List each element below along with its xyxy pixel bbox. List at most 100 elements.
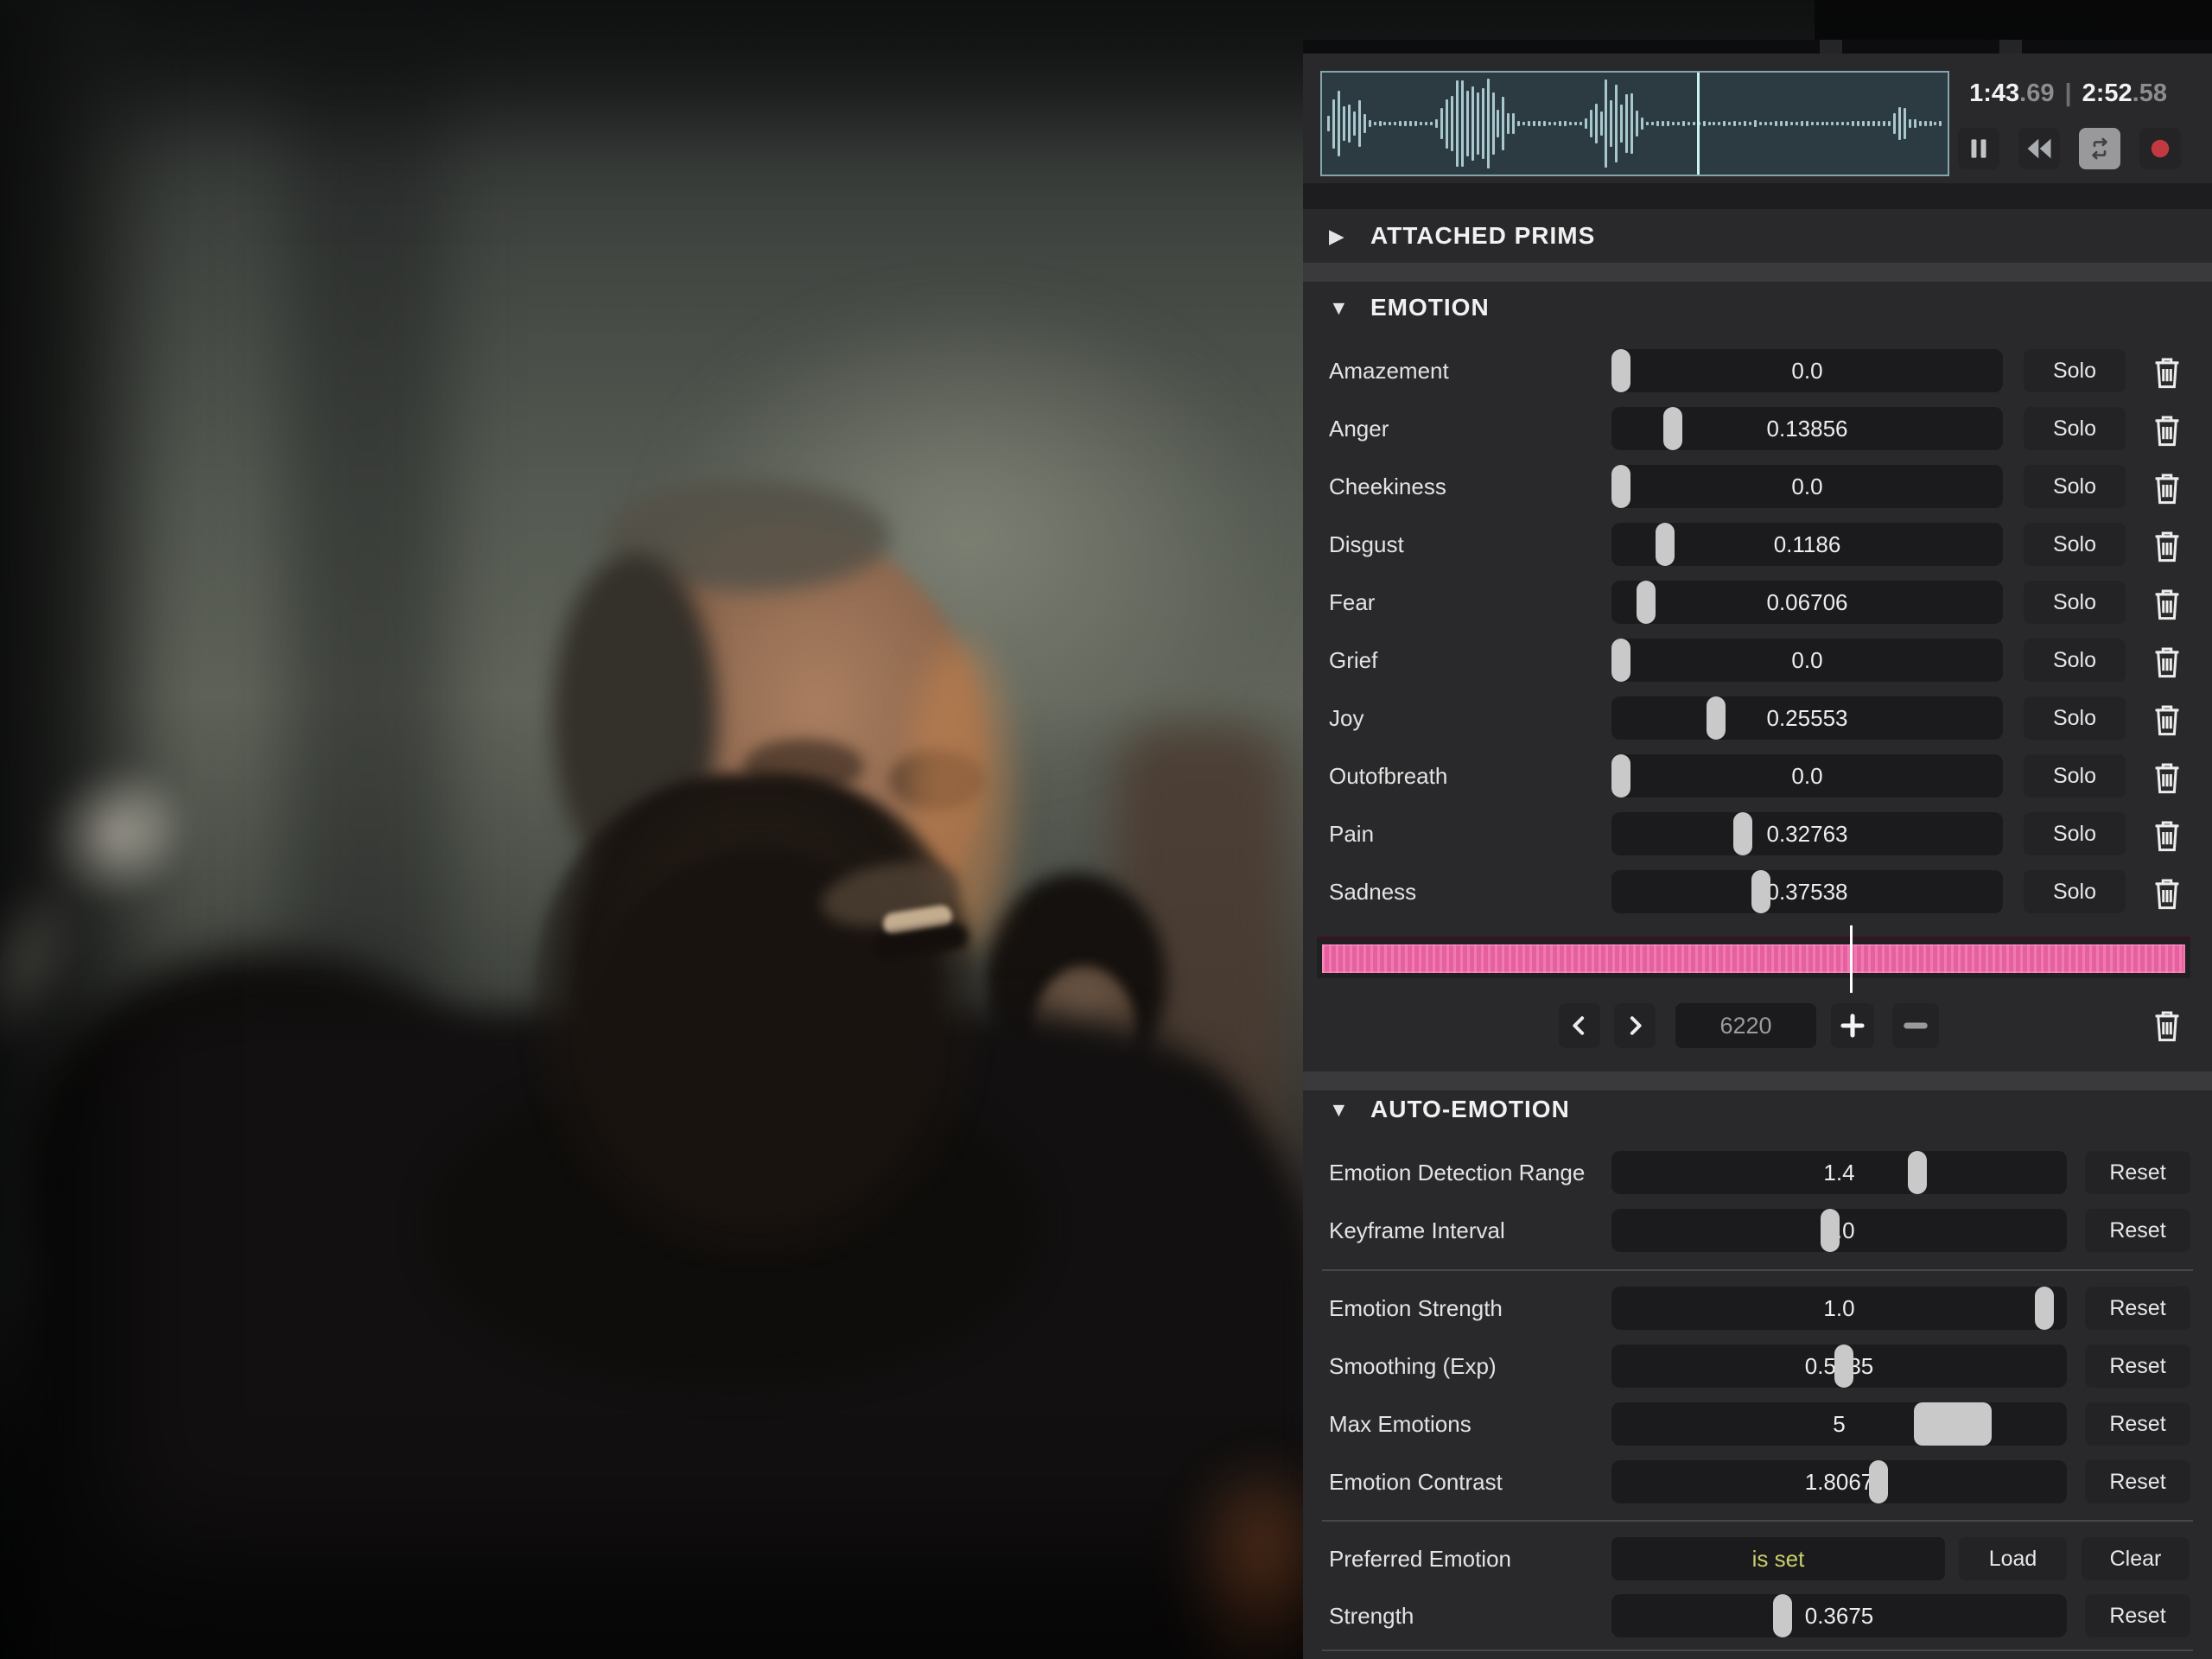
reset-button[interactable]: Reset <box>2085 1402 2190 1446</box>
clear-button[interactable]: Clear <box>2082 1537 2190 1580</box>
emotion-slider[interactable]: 0.25553 <box>1611 696 2003 740</box>
slider-handle[interactable] <box>1821 1209 1840 1252</box>
add-keyframe-button[interactable] <box>1831 1003 1874 1048</box>
slider-handle[interactable] <box>1637 581 1656 624</box>
audio-waveform-bars <box>1324 74 1946 173</box>
slider-handle[interactable] <box>2035 1287 2054 1330</box>
delete-emotion-button[interactable] <box>2146 352 2187 392</box>
emotion-slider[interactable]: 0.0 <box>1611 465 2003 508</box>
audio-waveform[interactable] <box>1320 71 1949 176</box>
emotion-header[interactable]: ▼ EMOTION <box>1329 289 1490 327</box>
time-separator: | <box>2055 79 2082 107</box>
slider-value: 1.8067 <box>1611 1460 2067 1503</box>
emotion-slider[interactable]: 0.32763 <box>1611 812 2003 855</box>
rewind-button[interactable] <box>2018 128 2060 169</box>
parameter-label: Emotion Strength <box>1329 1287 1503 1330</box>
delete-emotion-button[interactable] <box>2146 815 2187 855</box>
parameter-slider[interactable]: 1.0 <box>1611 1209 2067 1252</box>
delete-emotion-button[interactable] <box>2146 410 2187 450</box>
auto-emotion-header[interactable]: ▼ AUTO-EMOTION <box>1329 1090 1570 1128</box>
load-button[interactable]: Load <box>1959 1537 2067 1580</box>
parameter-slider[interactable]: 1.4 <box>1611 1151 2067 1194</box>
loop-icon <box>2086 135 2113 162</box>
solo-button[interactable]: Solo <box>2024 523 2126 566</box>
keyframe-bar[interactable] <box>1322 944 2185 973</box>
delete-emotion-button[interactable] <box>2146 757 2187 798</box>
reset-button[interactable]: Reset <box>2085 1460 2190 1503</box>
slider-handle[interactable] <box>1707 696 1726 740</box>
loop-button[interactable] <box>2079 128 2120 169</box>
reset-button[interactable]: Reset <box>2085 1344 2190 1388</box>
emotion-slider[interactable]: 0.06706 <box>1611 581 2003 624</box>
attached-prims-header[interactable]: ▶ ATTACHED PRIMS <box>1329 209 1595 263</box>
slider-handle[interactable] <box>1611 754 1630 798</box>
waveform-playhead[interactable] <box>1697 73 1700 175</box>
slider-handle[interactable] <box>1834 1344 1853 1388</box>
parameter-slider[interactable]: 5 <box>1611 1402 2067 1446</box>
reset-button[interactable]: Reset <box>2085 1151 2190 1194</box>
preferred-emotion-field[interactable]: is set <box>1611 1537 1945 1580</box>
slider-handle[interactable] <box>1908 1151 1927 1194</box>
parameter-slider[interactable]: 0.3675 <box>1611 1594 2067 1637</box>
preferred-emotion-row: Preferred Emotion is set Load Clear <box>1303 1537 2212 1580</box>
record-button[interactable] <box>2139 128 2181 169</box>
delete-all-keyframes-button[interactable] <box>2146 1005 2187 1046</box>
pause-button[interactable] <box>1958 128 1999 169</box>
slider-handle[interactable] <box>1914 1402 1992 1446</box>
next-keyframe-button[interactable] <box>1614 1003 1656 1048</box>
slider-handle[interactable] <box>1663 407 1682 450</box>
delete-emotion-button[interactable] <box>2146 873 2187 913</box>
emotion-label: Amazement <box>1329 349 1449 392</box>
slider-handle[interactable] <box>1733 812 1752 855</box>
reset-button[interactable]: Reset <box>2085 1594 2190 1637</box>
solo-button[interactable]: Solo <box>2024 696 2126 740</box>
trash-icon <box>2151 470 2183 506</box>
keyframe-track[interactable] <box>1317 937 2190 978</box>
delete-emotion-button[interactable] <box>2146 583 2187 624</box>
remove-keyframe-button[interactable] <box>1892 1003 1939 1048</box>
delete-emotion-button[interactable] <box>2146 525 2187 566</box>
emotion-slider[interactable]: 0.1186 <box>1611 523 2003 566</box>
frame-number-field[interactable]: 6220 <box>1675 1003 1816 1048</box>
slider-value: 0.37538 <box>1611 870 2003 913</box>
solo-button[interactable]: Solo <box>2024 870 2126 913</box>
trash-icon <box>2151 412 2183 448</box>
emotion-row: Joy 0.25553 Solo <box>1303 696 2212 740</box>
auto-emotion-row: Emotion Detection Range 1.4 Reset <box>1303 1151 2212 1194</box>
solo-button[interactable]: Solo <box>2024 754 2126 798</box>
delete-emotion-button[interactable] <box>2146 467 2187 508</box>
keyframe-playhead[interactable] <box>1850 925 1853 993</box>
trash-icon <box>2151 760 2183 796</box>
solo-button[interactable]: Solo <box>2024 465 2126 508</box>
solo-button[interactable]: Solo <box>2024 581 2126 624</box>
elapsed-frac: .69 <box>2019 79 2054 107</box>
solo-button[interactable]: Solo <box>2024 812 2126 855</box>
parameter-slider[interactable]: 1.0 <box>1611 1287 2067 1330</box>
slider-handle[interactable] <box>1751 870 1770 913</box>
emotion-slider[interactable]: 0.0 <box>1611 754 2003 798</box>
prev-keyframe-button[interactable] <box>1559 1003 1600 1048</box>
slider-handle[interactable] <box>1869 1460 1888 1503</box>
emotion-slider[interactable]: 0.13856 <box>1611 407 2003 450</box>
emotion-slider[interactable]: 0.37538 <box>1611 870 2003 913</box>
delete-emotion-button[interactable] <box>2146 699 2187 740</box>
slider-handle[interactable] <box>1611 639 1630 682</box>
auto-emotion-row: Emotion Strength 1.0 Reset <box>1303 1287 2212 1330</box>
emotion-slider[interactable]: 0.0 <box>1611 639 2003 682</box>
auto-emotion-section: ▼ AUTO-EMOTION Emotion Detection Range 1… <box>1303 1090 2212 1659</box>
slider-handle[interactable] <box>1773 1594 1792 1637</box>
solo-button[interactable]: Solo <box>2024 407 2126 450</box>
slider-handle[interactable] <box>1656 523 1675 566</box>
parameter-slider[interactable]: 1.8067 <box>1611 1460 2067 1503</box>
slider-handle[interactable] <box>1611 465 1630 508</box>
parameter-label: Emotion Detection Range <box>1329 1151 1585 1194</box>
delete-emotion-button[interactable] <box>2146 641 2187 682</box>
reset-button[interactable]: Reset <box>2085 1209 2190 1252</box>
solo-button[interactable]: Solo <box>2024 349 2126 392</box>
reset-button[interactable]: Reset <box>2085 1287 2190 1330</box>
emotion-slider[interactable]: 0.0 <box>1611 349 2003 392</box>
parameter-slider[interactable]: 0.5135 <box>1611 1344 2067 1388</box>
emotion-label: Sadness <box>1329 870 1416 913</box>
slider-handle[interactable] <box>1611 349 1630 392</box>
solo-button[interactable]: Solo <box>2024 639 2126 682</box>
